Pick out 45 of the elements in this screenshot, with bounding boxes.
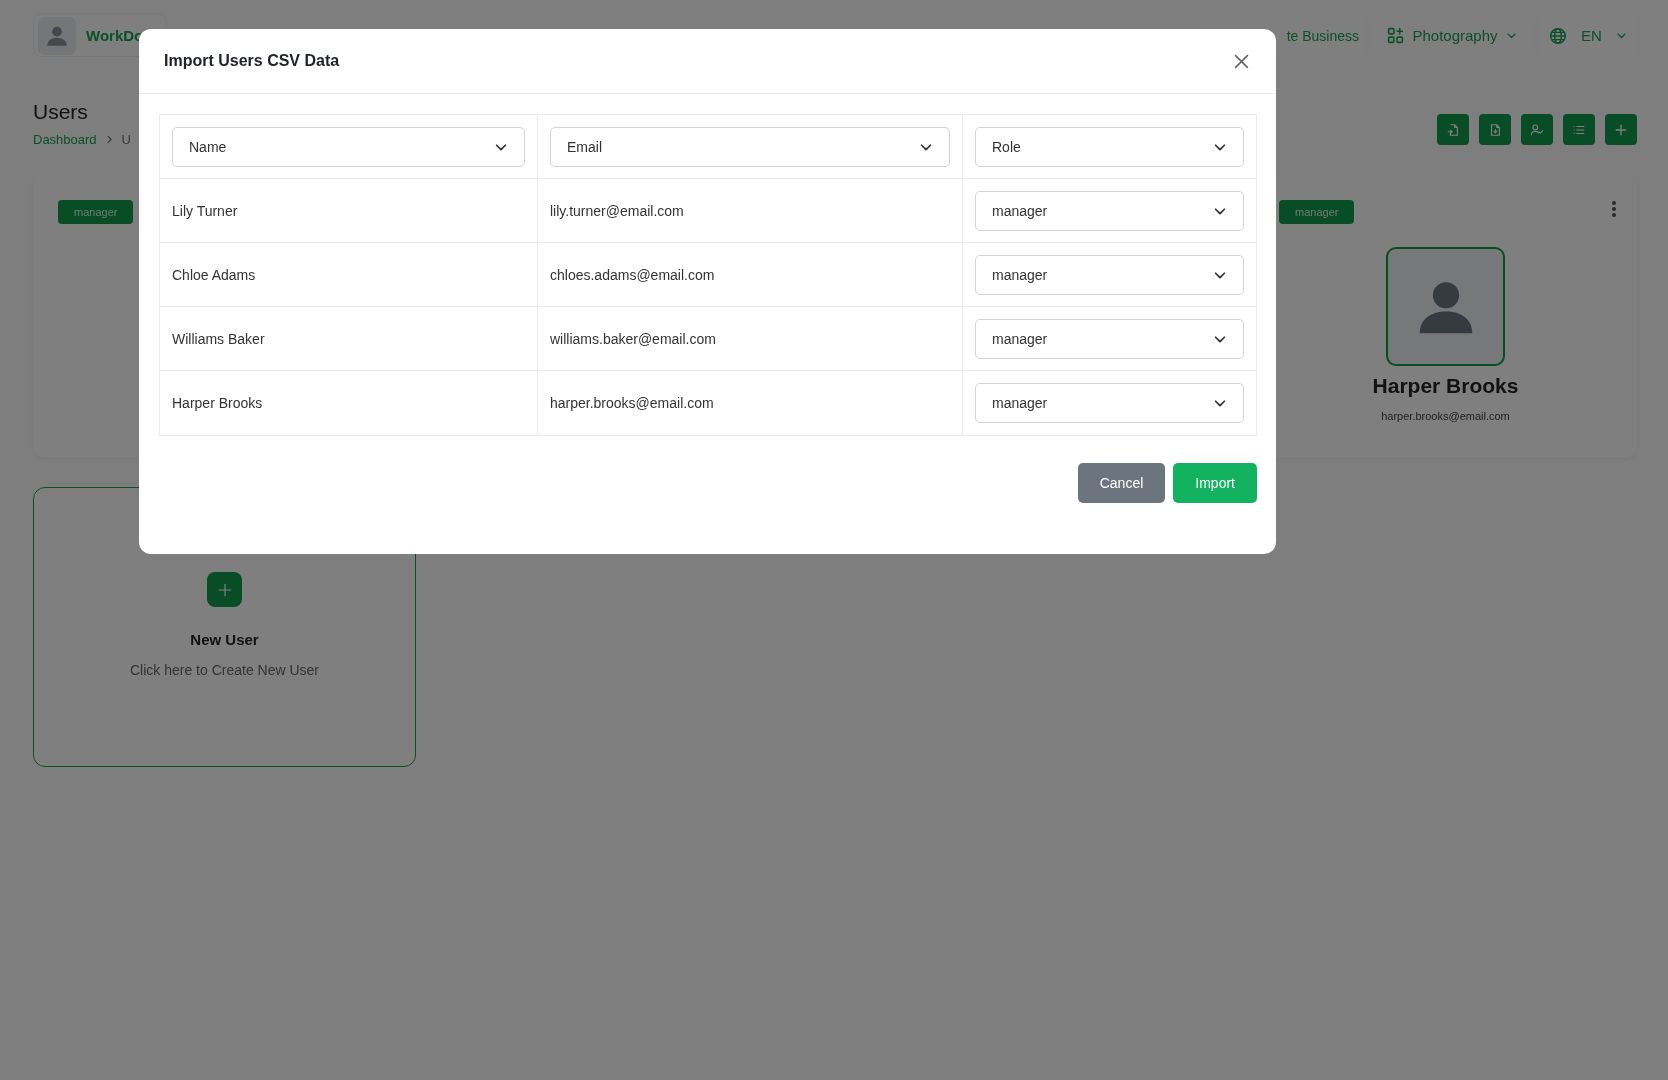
- table-cell: harper.brooks@email.com: [550, 395, 714, 411]
- column-mapping-select[interactable]: Name: [172, 126, 525, 167]
- role-badge: manager: [58, 200, 134, 224]
- plus-icon: [217, 582, 232, 597]
- toolbar-button[interactable]: [1605, 114, 1637, 145]
- role-badge: manager: [1279, 200, 1355, 224]
- table-cell: Harper Brooks: [172, 395, 263, 411]
- table-cell: Williams Baker: [172, 330, 265, 347]
- plus-icon: [1614, 122, 1628, 137]
- new-user-title: New User: [190, 631, 259, 648]
- brand-name: WorkDo: [86, 27, 144, 44]
- user-email: harper.brooks@email.com: [1381, 410, 1510, 422]
- breadcrumb-link[interactable]: Dashboard: [33, 132, 97, 147]
- column-mapping-select[interactable]: Email: [550, 126, 950, 167]
- close-button[interactable]: [1233, 52, 1250, 70]
- import-button[interactable]: Import: [1173, 463, 1257, 503]
- access-level-select[interactable]: manager: [975, 190, 1244, 231]
- user-check-icon: [1530, 122, 1544, 137]
- access-level-select[interactable]: manager: [975, 383, 1244, 423]
- dialog-title: Import Users CSV Data: [164, 52, 340, 70]
- file-import-icon: [1446, 122, 1460, 137]
- new-user-subtitle: Click here to Create New User: [129, 662, 320, 678]
- globe-icon: [1549, 26, 1568, 45]
- access-level-select[interactable]: manager: [975, 254, 1244, 295]
- close-icon: [1233, 52, 1250, 70]
- table-cell: williams.baker@email.com: [550, 330, 716, 347]
- toolbar-button[interactable]: [1521, 114, 1553, 145]
- access-level-select[interactable]: manager: [975, 318, 1244, 359]
- table-cell: Lily Turner: [172, 202, 238, 219]
- add-user-button[interactable]: [207, 572, 242, 607]
- table-cell: lily.turner@email.com: [550, 202, 684, 219]
- table-cell: chloes.adams@email.com: [550, 266, 715, 283]
- toolbar-button[interactable]: [1563, 114, 1595, 145]
- page-title: Users: [33, 100, 89, 124]
- column-mapping-select[interactable]: Role: [975, 126, 1244, 167]
- grid-plus-icon: [1387, 27, 1405, 44]
- file-download-icon: [1488, 122, 1502, 137]
- user-name: Harper Brooks: [1372, 374, 1519, 398]
- toolbar-button[interactable]: [1437, 114, 1469, 145]
- breadcrumb-current: U: [121, 132, 131, 147]
- more-options-icon[interactable]: [1611, 200, 1617, 218]
- table-cell: Chloe Adams: [172, 266, 256, 283]
- chevron-right-icon: [104, 135, 114, 144]
- cancel-button[interactable]: Cancel: [1077, 463, 1166, 503]
- toolbar-button[interactable]: [1479, 114, 1511, 145]
